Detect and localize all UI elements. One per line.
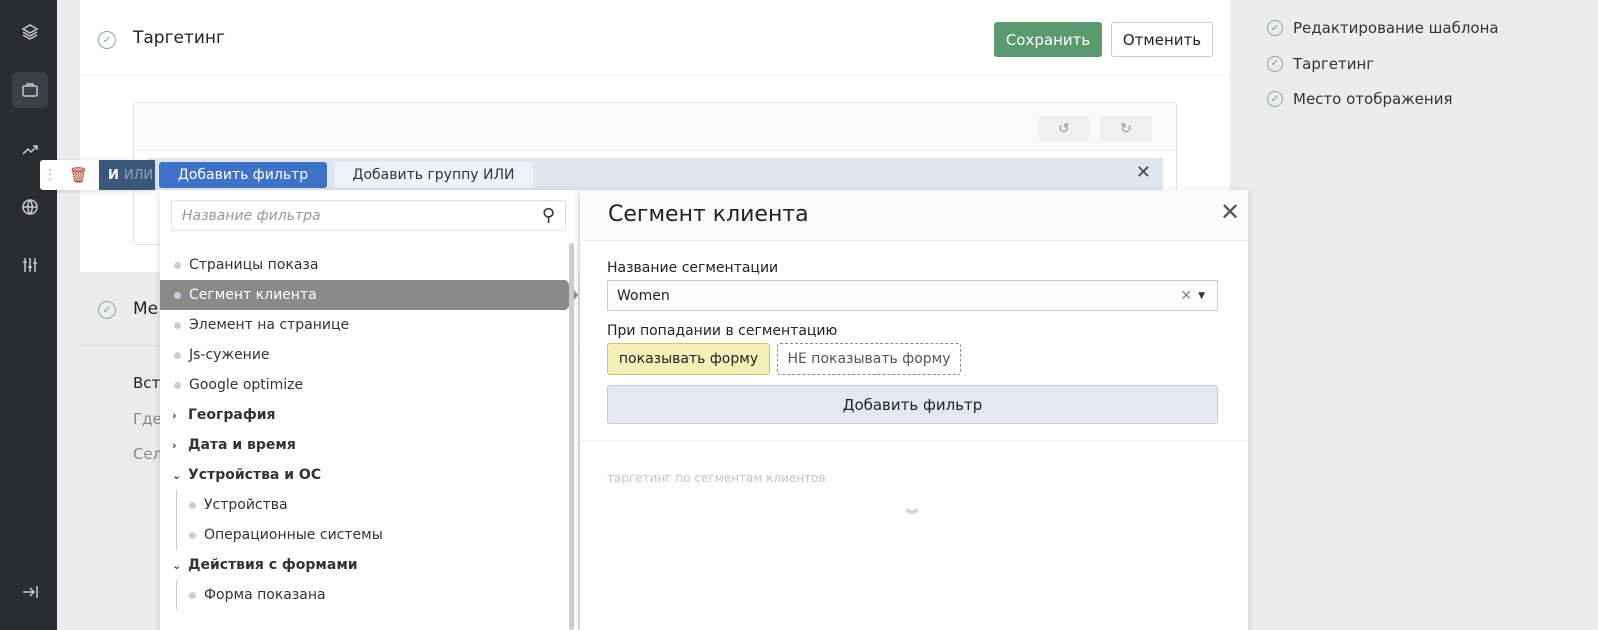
check-circle-icon: ✓ xyxy=(1267,55,1283,72)
filter-detail-panel: Сегмент клиента ✕ Название сегментации W… xyxy=(580,190,1248,630)
step-item[interactable]: ✓ Место отображения xyxy=(1267,90,1452,108)
chevron-right-icon: › xyxy=(172,408,177,422)
add-filter-button[interactable]: Добавить фильтр xyxy=(159,162,327,188)
check-circle-icon: ✓ xyxy=(1267,20,1283,36)
chevron-right-icon: › xyxy=(172,438,177,452)
layers-icon[interactable] xyxy=(12,14,48,50)
tree-line xyxy=(176,520,204,550)
bullet-icon xyxy=(174,381,181,389)
bullet-icon xyxy=(174,261,181,269)
save-button[interactable]: Сохранить xyxy=(994,22,1102,57)
filter-list-item[interactable]: Google optimize xyxy=(160,370,566,400)
filter-search-input[interactable]: Название фильтра ⚲ xyxy=(171,200,566,231)
check-circle-icon: ✓ xyxy=(98,31,116,49)
filter-list-item[interactable]: Js-сужение xyxy=(160,340,566,370)
item-label: Страницы показа xyxy=(189,257,319,273)
filter-list-item[interactable]: Сегмент клиента xyxy=(160,280,578,310)
item-label: Google optimize xyxy=(189,377,304,393)
filter-group-handle: ⋮ 🗑 И ИЛИ xyxy=(40,160,155,190)
item-label: Элемент на странице xyxy=(189,317,350,333)
filter-list-item[interactable]: Устройства xyxy=(160,490,566,520)
filter-list-item[interactable]: Элемент на странице xyxy=(160,310,566,340)
and-option[interactable]: И xyxy=(108,168,119,183)
step-label: Таргетинг xyxy=(1293,54,1375,73)
undo-button[interactable]: ↺ xyxy=(1038,116,1090,141)
filter-list-item[interactable]: Страницы показа xyxy=(160,250,566,280)
add-or-group-button[interactable]: Добавить группу ИЛИ xyxy=(334,162,533,188)
search-icon[interactable]: ⚲ xyxy=(542,205,555,226)
or-option[interactable]: ИЛИ xyxy=(124,168,153,183)
search-placeholder: Название фильтра xyxy=(182,207,321,224)
filter-list-panel: Название фильтра ⚲ Страницы показа Сегмен… xyxy=(160,190,578,630)
text-line: Где xyxy=(133,410,162,428)
filter-list-item[interactable]: Форма показана xyxy=(160,580,566,610)
item-label: Форма показана xyxy=(204,587,326,603)
section-title: Таргетинг xyxy=(133,28,225,48)
cancel-button[interactable]: Отменить xyxy=(1111,22,1213,57)
select-value: Women xyxy=(617,287,670,304)
text-line: Вст xyxy=(133,374,161,392)
filter-list-item[interactable]: Операционные системы xyxy=(160,520,566,550)
item-label: Сегмент клиента xyxy=(189,287,317,303)
sidebar xyxy=(0,0,57,630)
add-filter-button[interactable]: Добавить фильтр xyxy=(607,385,1218,424)
item-label: Устройства xyxy=(204,497,288,513)
logout-icon[interactable] xyxy=(12,574,48,610)
hide-form-button[interactable]: НЕ показывать форму xyxy=(777,343,961,375)
bullet-icon xyxy=(189,591,196,599)
text-line: Сел xyxy=(133,445,163,463)
drag-handle-icon[interactable]: ⋮ xyxy=(43,168,57,182)
clear-icon[interactable]: ✕ xyxy=(1180,288,1192,304)
check-circle-icon: ✓ xyxy=(98,301,116,319)
section-title: Ме xyxy=(133,299,159,319)
hit-label: При попадании в сегментацию xyxy=(607,323,838,339)
chevron-down-icon: ⌄ xyxy=(172,558,182,572)
tree-line xyxy=(176,490,204,520)
item-label: География xyxy=(188,407,276,423)
scrollbar[interactable] xyxy=(569,243,574,630)
redo-button[interactable]: ↻ xyxy=(1100,116,1152,141)
filter-list-item[interactable]: ⌄ Устройства и ОС xyxy=(160,460,566,490)
item-label: Операционные системы xyxy=(204,527,383,543)
trash-icon[interactable]: 🗑 xyxy=(69,166,89,184)
detail-title: Сегмент клиента xyxy=(608,202,809,227)
bullet-icon xyxy=(189,501,196,509)
chevron-down-icon: ⌄ xyxy=(172,468,182,482)
tree-line xyxy=(176,580,204,610)
hint-text: таргетинг по сегментам клиентов xyxy=(607,471,826,485)
close-icon[interactable]: ✕ xyxy=(1136,162,1151,183)
step-item[interactable]: ✓ Редактирование шаблона xyxy=(1267,19,1499,37)
double-chevron-down-icon[interactable]: ︾ xyxy=(906,506,918,523)
close-icon[interactable]: ✕ xyxy=(1220,198,1240,226)
divider xyxy=(580,440,1248,441)
bullet-icon xyxy=(174,291,181,299)
item-label: Устройства и ОС xyxy=(188,467,322,483)
item-label: Js-сужение xyxy=(189,347,270,363)
bullet-icon xyxy=(189,531,196,539)
check-circle-icon: ✓ xyxy=(1267,91,1283,107)
step-item[interactable]: ✓ Таргетинг xyxy=(1267,55,1374,73)
segmentation-label: Название сегментации xyxy=(607,260,779,276)
item-label: Дата и время xyxy=(188,437,296,453)
bullet-icon xyxy=(174,351,181,359)
and-or-toggle[interactable]: И ИЛИ xyxy=(99,160,155,190)
filter-list-item[interactable]: › Дата и время xyxy=(160,430,566,460)
filter-list-item[interactable]: › География xyxy=(160,400,566,430)
step-label: Место отображения xyxy=(1293,90,1453,108)
segmentation-select[interactable]: Women ✕ ▼ xyxy=(607,280,1218,311)
item-label: Действия с формами xyxy=(188,557,358,573)
step-label: Редактирование шаблона xyxy=(1293,19,1499,37)
filter-list-item[interactable]: ⌄ Действия с формами xyxy=(160,550,566,580)
briefcase-icon[interactable] xyxy=(12,72,48,108)
globe-icon[interactable] xyxy=(12,189,48,225)
caret-down-icon[interactable]: ▼ xyxy=(1198,291,1205,301)
bullet-icon xyxy=(174,321,181,329)
sliders-icon[interactable] xyxy=(12,247,48,283)
show-form-button[interactable]: показывать форму xyxy=(607,343,770,375)
